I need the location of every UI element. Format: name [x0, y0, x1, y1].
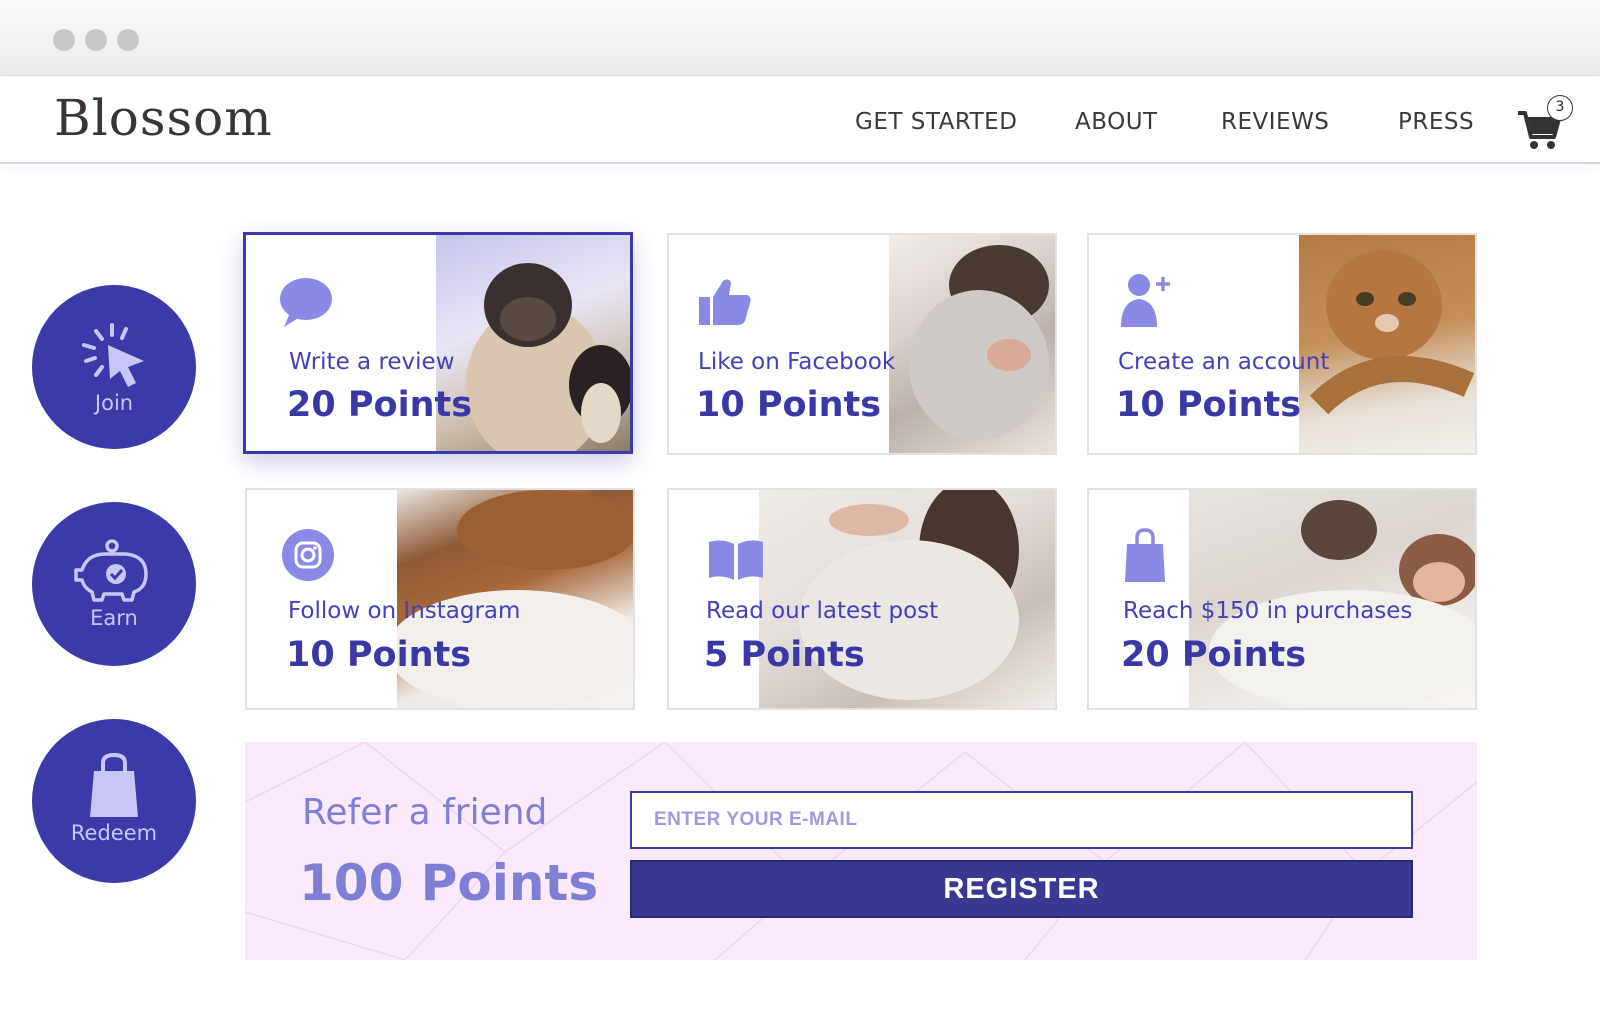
shopping-bag-icon: [1125, 528, 1165, 582]
cursor-click-icon: [82, 323, 144, 387]
card-points: 5 Points: [704, 635, 865, 675]
piggy-bank-icon: [74, 539, 148, 602]
card-title: Reach $150 in purchases: [1123, 598, 1413, 624]
refer-title: Refer a friend: [302, 792, 548, 833]
card-points: 20 Points: [287, 385, 473, 425]
earn-card-read-post[interactable]: Read our latest post 5 Points: [667, 488, 1057, 710]
refer-a-friend-panel: Refer a friend 100 Points REGISTER: [245, 742, 1477, 960]
card-points: 10 Points: [696, 385, 882, 425]
instagram-icon: [282, 529, 334, 581]
shopping-bag-icon: [90, 753, 138, 817]
nav-press[interactable]: PRESS: [1398, 109, 1474, 135]
earn-card-create-account[interactable]: Create an account 10 Points: [1087, 233, 1477, 455]
nav-about[interactable]: ABOUT: [1075, 109, 1158, 135]
card-points: 10 Points: [1116, 385, 1302, 425]
window-minimize-dot[interactable]: [85, 29, 107, 51]
speech-bubble-icon: [280, 278, 332, 327]
step-label-join: Join: [94, 391, 134, 415]
card-points: 20 Points: [1121, 635, 1307, 675]
card-title: Read our latest post: [706, 598, 939, 624]
card-title: Like on Facebook: [698, 349, 896, 375]
window-maximize-dot[interactable]: [117, 29, 139, 51]
pillow-hug-photo: [889, 235, 1055, 453]
step-label-redeem: Redeem: [70, 821, 158, 845]
email-input[interactable]: [630, 791, 1413, 849]
browser-titlebar: [0, 0, 1600, 76]
pillow-hug-illustration: [909, 245, 1049, 440]
nav-get-started[interactable]: GET STARTED: [855, 109, 1017, 135]
nav-reviews[interactable]: REVIEWS: [1221, 109, 1329, 135]
card-title: Create an account: [1118, 349, 1330, 375]
window-close-dot[interactable]: [53, 29, 75, 51]
card-points: 10 Points: [286, 635, 472, 675]
step-join[interactable]: Join: [32, 285, 196, 449]
register-button[interactable]: REGISTER: [630, 860, 1413, 918]
refer-background-pattern: [245, 742, 1477, 960]
cart-button[interactable]: 3: [1516, 95, 1574, 151]
add-user-icon: [1121, 274, 1170, 327]
earn-card-write-review[interactable]: Write a review 20 Points: [243, 232, 633, 454]
site-header: Blossom GET STARTED ABOUT REVIEWS PRESS …: [0, 77, 1600, 164]
refer-points: 100 Points: [299, 854, 599, 912]
earn-card-like-facebook[interactable]: Like on Facebook 10 Points: [667, 233, 1057, 455]
earn-card-follow-instagram[interactable]: Follow on Instagram 10 Points: [245, 488, 635, 710]
card-title: Follow on Instagram: [288, 598, 521, 624]
step-label-earn: Earn: [90, 606, 138, 630]
open-book-icon: [709, 540, 763, 580]
earn-card-reach-purchases[interactable]: Reach $150 in purchases 20 Points: [1087, 488, 1477, 710]
card-title: Write a review: [289, 349, 455, 375]
cat-illustration: [1309, 250, 1475, 415]
cart-count-badge: 3: [1547, 95, 1573, 121]
step-redeem[interactable]: Redeem: [32, 719, 196, 883]
cat-photo: [1299, 235, 1475, 453]
browser-window: Blossom GET STARTED ABOUT REVIEWS PRESS …: [0, 0, 1600, 1025]
site-logo[interactable]: Blossom: [54, 89, 273, 147]
step-earn[interactable]: Earn: [32, 502, 196, 666]
thumbs-up-icon: [699, 279, 751, 325]
